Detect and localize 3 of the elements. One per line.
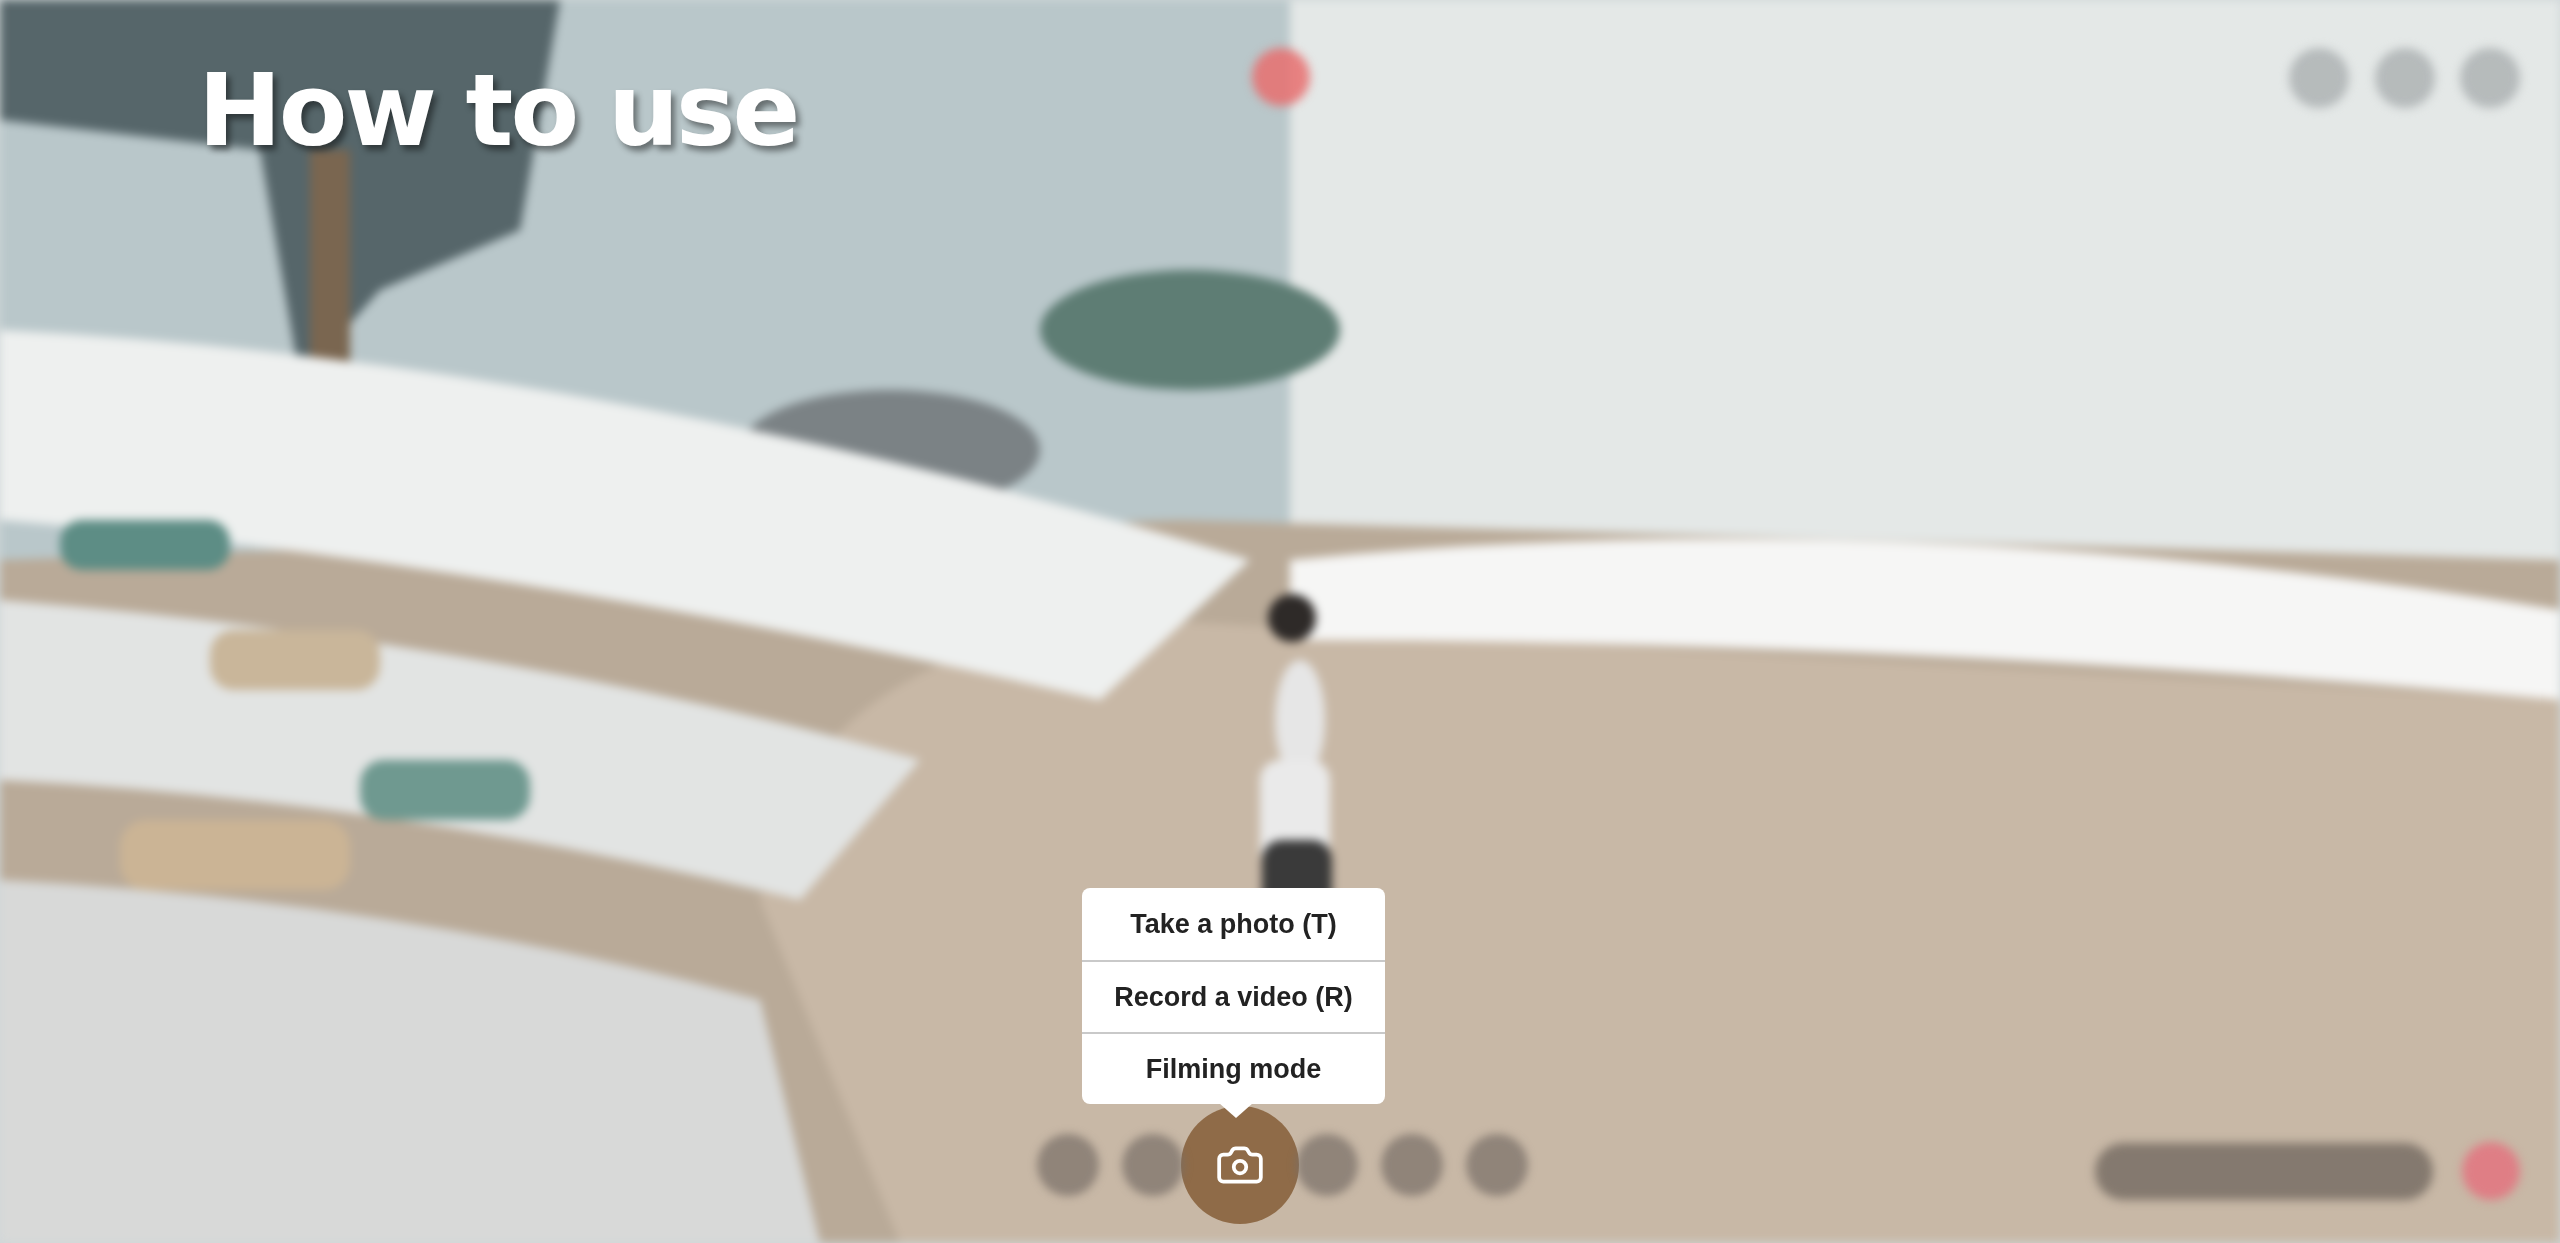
menu-item[interactable]: Filming mode [1082,1032,1385,1104]
menu-item[interactable]: Take a photo (T) [1082,888,1385,960]
menu-item[interactable]: Record a video (R) [1082,960,1385,1032]
